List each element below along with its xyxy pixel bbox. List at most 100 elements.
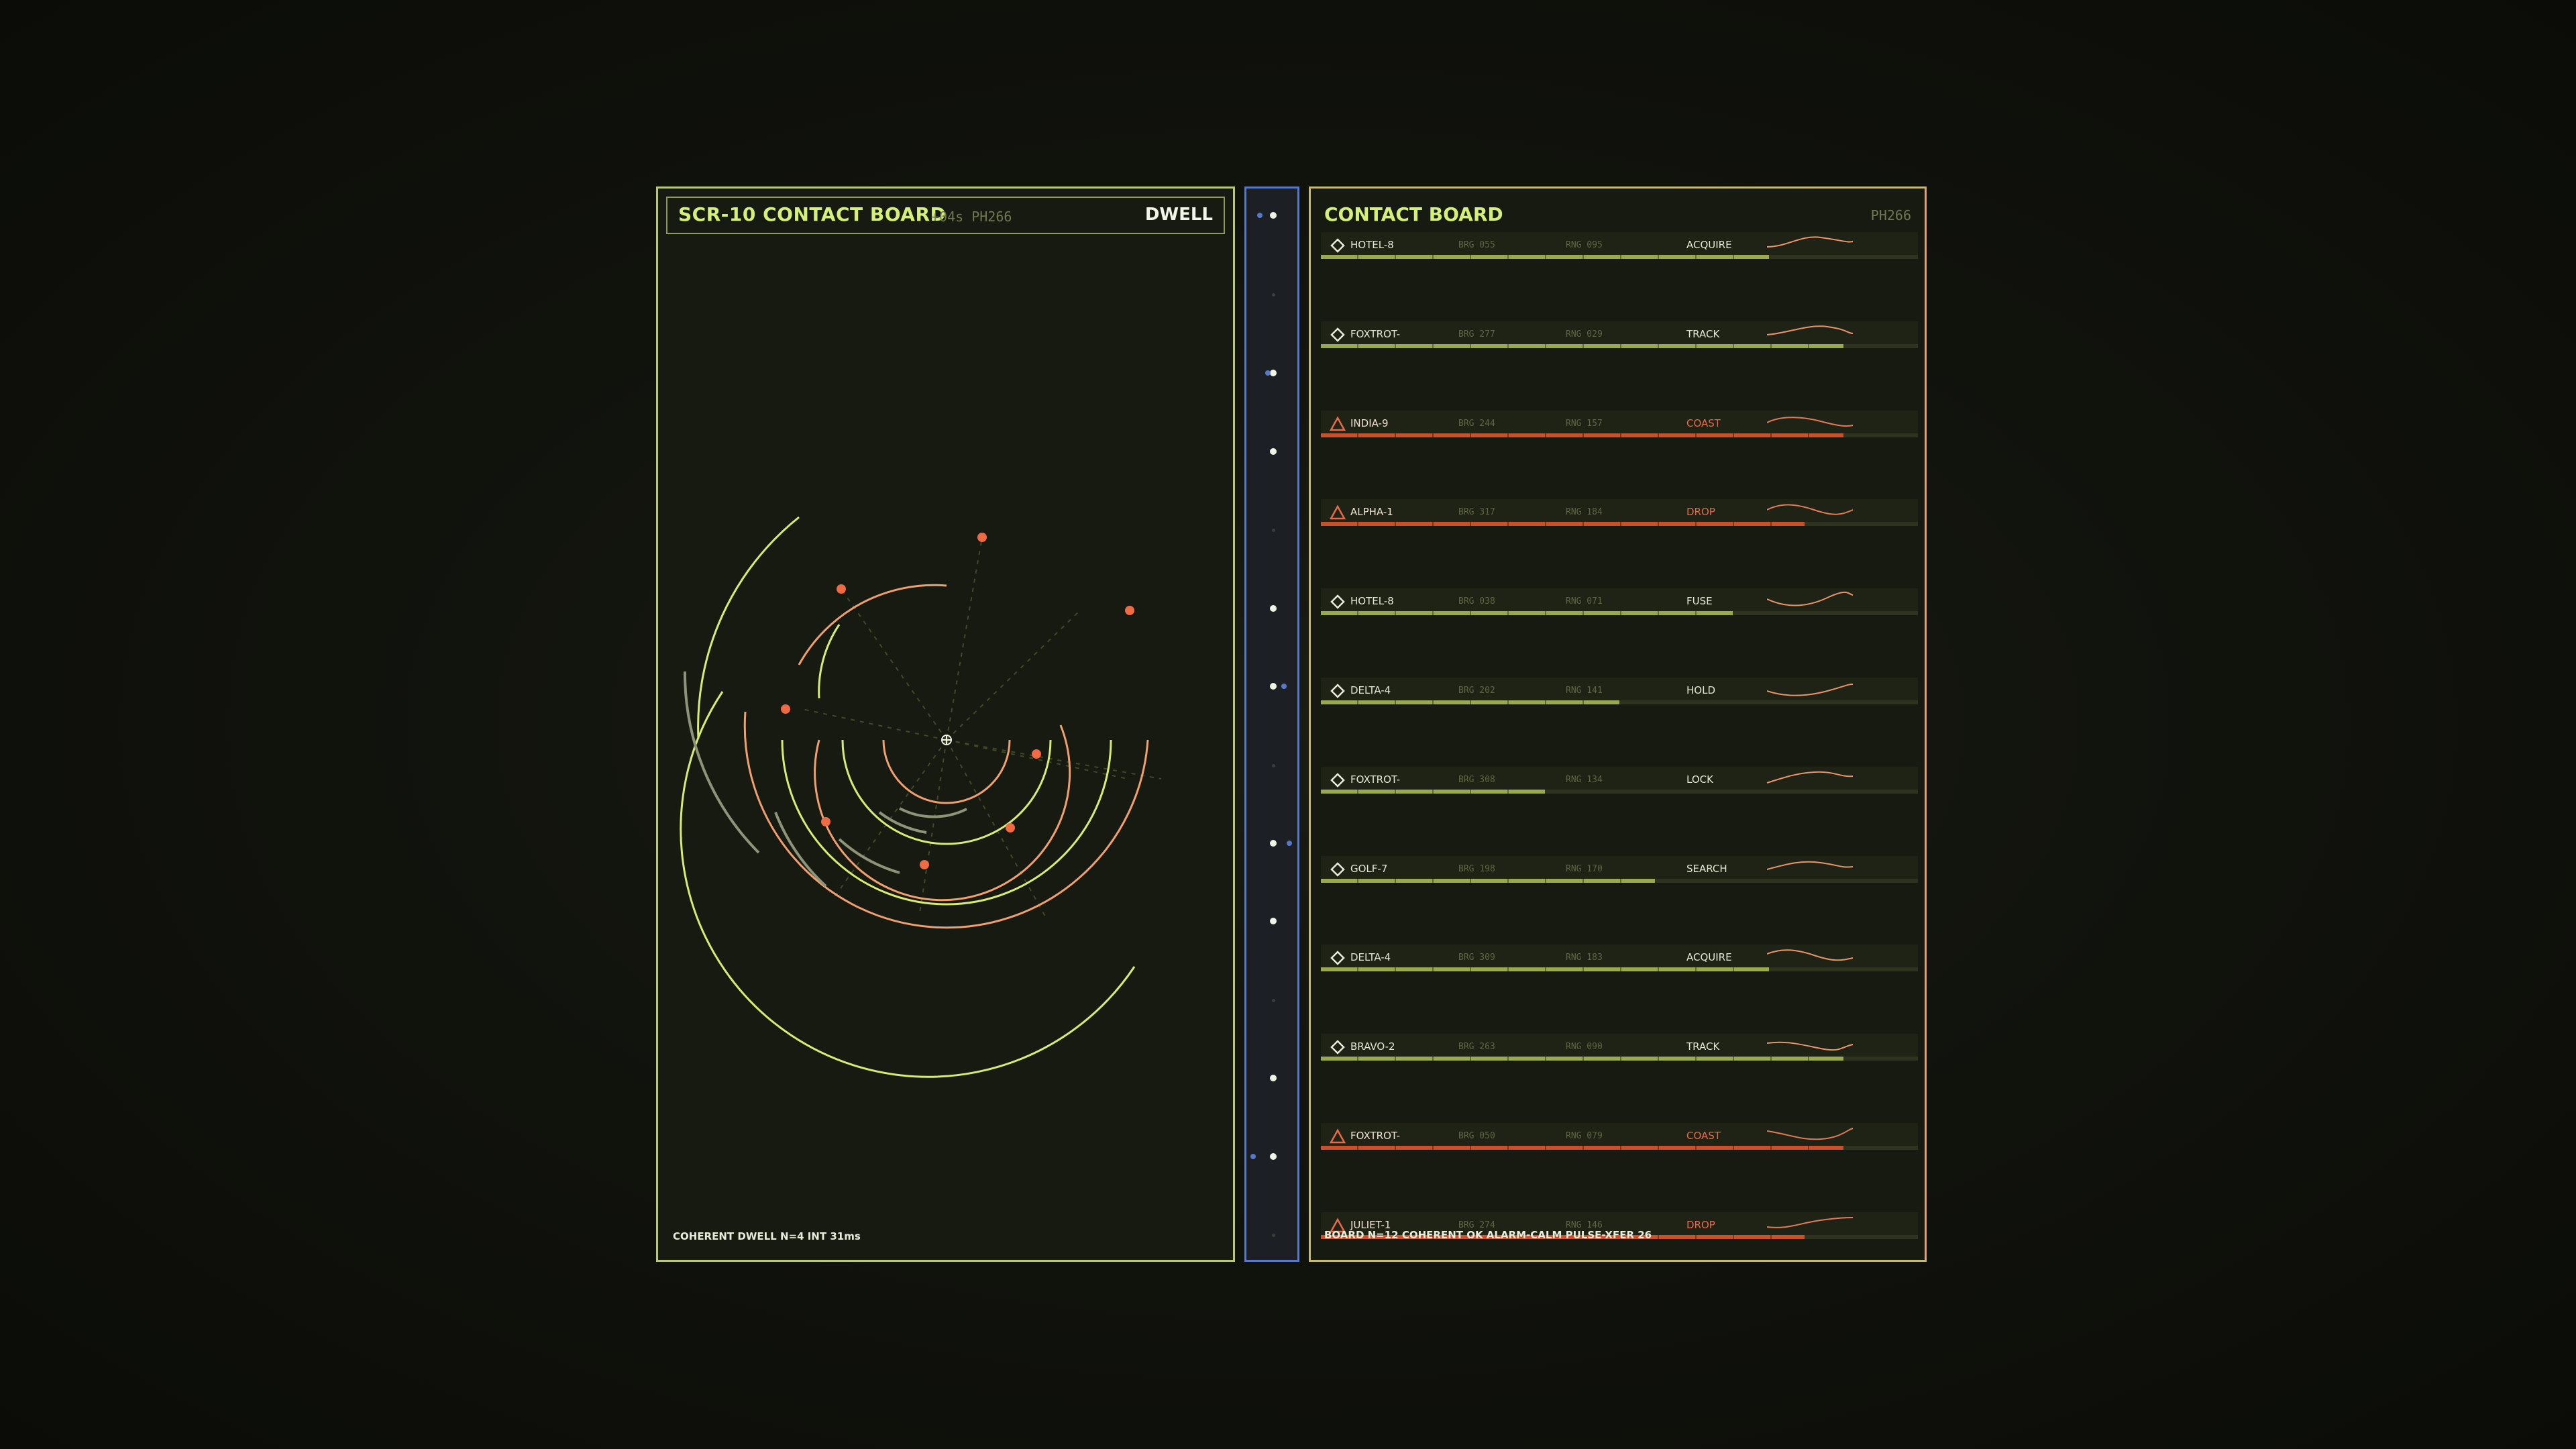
- diamond-icon: [1329, 237, 1346, 254]
- contact-name: HOTEL-8: [1350, 595, 1394, 608]
- contact-range: RNG 170: [1566, 863, 1603, 874]
- contact-quality-track: [1321, 433, 1918, 437]
- contact-quality-track: [1321, 611, 1918, 616]
- contact-quality-fill: [1321, 700, 1619, 704]
- contact-bearing: BRG 308: [1458, 774, 1495, 785]
- contact-quality-fill: [1321, 433, 1843, 437]
- own-ship: [941, 735, 952, 745]
- contact-blips[interactable]: [781, 533, 1134, 869]
- rail-marker: [1270, 448, 1277, 455]
- rail-marker: [1271, 292, 1275, 297]
- contact-name: INDIA-9: [1350, 417, 1389, 429]
- contact-blip: [837, 584, 846, 594]
- rail-marker: [1271, 1233, 1275, 1237]
- contact-bearing: BRG 309: [1458, 953, 1495, 963]
- contact-row[interactable]: FOXTROT- BRG 050 RNG 079 COAST: [1321, 1123, 1918, 1150]
- contact-quality-track: [1321, 700, 1918, 704]
- contact-row[interactable]: INDIA-9 BRG 244 RNG 157 COAST: [1321, 410, 1918, 437]
- contact-row[interactable]: BRAVO-2 BRG 263 RNG 090 TRACK: [1321, 1034, 1918, 1061]
- contact-quality-track: [1321, 1146, 1918, 1150]
- arc-2: [841, 739, 1052, 845]
- contact-bearing: BRG 263: [1458, 1042, 1495, 1053]
- contact-state: ACQUIRE: [1686, 951, 1732, 964]
- contact-name: FOXTROT-: [1350, 1130, 1401, 1142]
- rail-marker: [1270, 370, 1277, 376]
- contact-row[interactable]: DELTA-4 BRG 202 RNG 141 HOLD: [1321, 678, 1918, 704]
- contact-name: BRAVO-2: [1350, 1040, 1395, 1053]
- rail-marker: [1270, 1153, 1277, 1160]
- contact-sparkline: [1767, 325, 1854, 335]
- contact-bearing: BRG 038: [1458, 596, 1495, 607]
- contact-row[interactable]: FOXTROT- BRG 308 RNG 134 LOCK: [1321, 766, 1918, 794]
- contact-row[interactable]: FOXTROT- BRG 277 RNG 029 TRACK: [1321, 321, 1918, 348]
- contact-blip: [977, 533, 987, 542]
- contact-bearing: BRG 277: [1458, 329, 1495, 339]
- rail-marker: [1271, 998, 1275, 1002]
- board-phase: PH266: [1870, 207, 1911, 223]
- contact-name: GOLF-7: [1350, 862, 1388, 875]
- contact-blip: [821, 817, 830, 826]
- rail-marker: [1287, 841, 1292, 846]
- scope-panel: SCR-10 CONTACT BOARD +04s PH266 DWELL CO…: [656, 186, 1235, 1262]
- contact-sparkline: [1767, 949, 1854, 961]
- rail-marker: [1281, 684, 1287, 689]
- contact-quality-fill: [1321, 789, 1545, 794]
- contact-quality-fill: [1321, 878, 1656, 883]
- contact-sparkline: [1767, 861, 1854, 870]
- diamond-icon: [1329, 327, 1346, 343]
- contact-quality-track: [1321, 789, 1918, 794]
- warning-triangle-icon: [1329, 504, 1346, 521]
- arc-1: [882, 739, 1011, 804]
- contact-state: LOCK: [1686, 773, 1713, 786]
- diamond-icon: [1329, 950, 1346, 966]
- contact-quality-track: [1321, 967, 1918, 972]
- contact-state: SEARCH: [1686, 862, 1727, 875]
- rail-marker: [1270, 918, 1277, 924]
- contact-state: COAST: [1686, 1130, 1721, 1142]
- contact-name: FOXTROT-: [1350, 773, 1401, 786]
- contact-quality-fill: [1321, 522, 1805, 527]
- rail-marker: [1250, 1154, 1256, 1159]
- contact-sparkline: [1767, 236, 1854, 248]
- contact-sparkline: [1767, 1216, 1854, 1228]
- contact-range: RNG 071: [1566, 596, 1603, 607]
- contact-row[interactable]: HOTEL-8 BRG 055 RNG 095 ACQUIRE: [1321, 232, 1918, 259]
- contact-name: DELTA-4: [1350, 951, 1391, 964]
- contact-sparkline: [1767, 684, 1854, 696]
- rail-marker: [1265, 370, 1271, 376]
- contact-sparkline: [1767, 771, 1854, 784]
- contact-name: ALPHA-1: [1350, 506, 1393, 519]
- scope-status: COHERENT DWELL N=4 INT 31ms: [673, 1230, 861, 1242]
- contact-row[interactable]: GOLF-7 BRG 198 RNG 170 SEARCH: [1321, 855, 1918, 883]
- contact-range: RNG 183: [1566, 953, 1603, 963]
- contact-blip: [920, 860, 929, 869]
- timeline-rail[interactable]: [1244, 186, 1299, 1262]
- contact-quality-fill: [1321, 1146, 1843, 1150]
- contact-quality-fill: [1321, 1057, 1843, 1061]
- contact-state: DROP: [1686, 506, 1715, 519]
- contact-sparkline: [1767, 1128, 1854, 1140]
- contact-sparkline: [1767, 1041, 1854, 1051]
- contact-quality-track: [1321, 343, 1918, 348]
- contact-quality-fill: [1321, 611, 1733, 616]
- contact-bearing: BRG 198: [1458, 863, 1495, 874]
- contact-sparkline: [1767, 416, 1854, 427]
- arc-6: [680, 691, 1136, 1078]
- rail-marker: [1270, 212, 1277, 219]
- contact-state: HOLD: [1686, 684, 1715, 696]
- arc-3: [814, 724, 1071, 902]
- radar-display[interactable]: [658, 189, 1233, 1260]
- contact-sparkline: [1767, 592, 1854, 606]
- diamond-icon: [1329, 772, 1346, 788]
- contact-blip: [781, 704, 790, 714]
- contact-quality-track: [1321, 522, 1918, 527]
- contact-row[interactable]: HOTEL-8 BRG 038 RNG 071 FUSE: [1321, 588, 1918, 616]
- contact-state: ACQUIRE: [1686, 239, 1732, 251]
- contact-sparkline: [1767, 504, 1854, 516]
- contact-state: TRACK: [1686, 327, 1720, 340]
- contact-row[interactable]: ALPHA-1 BRG 317 RNG 184 DROP: [1321, 499, 1918, 527]
- contact-board-panel: CONTACT BOARD PH266 HOTEL-8 BRG 055 RNG 09…: [1309, 186, 1927, 1262]
- contact-range: RNG 141: [1566, 686, 1603, 696]
- contact-row[interactable]: DELTA-4 BRG 309 RNG 183 ACQUIRE: [1321, 945, 1918, 972]
- diamond-icon: [1329, 1039, 1346, 1055]
